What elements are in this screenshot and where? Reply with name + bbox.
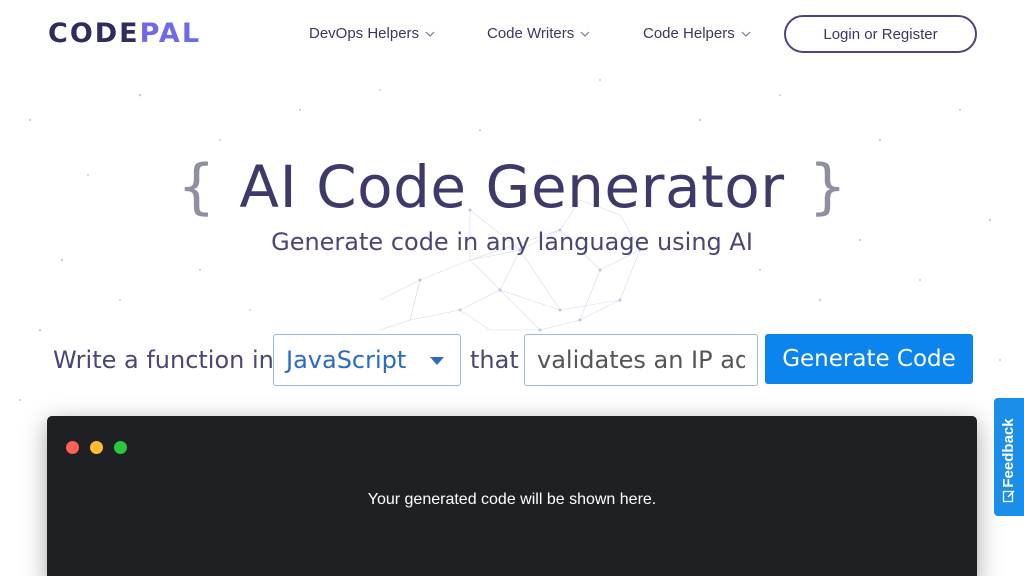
page-title: AI Code Generator [239,153,785,221]
feedback-label: Feedback [1000,418,1017,488]
open-brace: { [177,152,216,222]
nav-devops-helpers-label: DevOps Helpers [309,25,420,42]
chevron-down-icon [741,31,751,37]
login-register-button[interactable]: Login or Register [784,15,977,53]
window-minimize-dot [90,441,103,454]
chevron-down-icon [580,31,590,37]
nav-code-writers-label: Code Writers [487,25,575,42]
prompt-connector: that [470,346,519,374]
prompt-prefix: Write a function in [53,346,274,374]
prompt-row: Write a function in JavaScript that Gene… [0,334,1024,386]
nav-code-helpers[interactable]: Code Helpers [643,25,751,42]
logo-accent: PAL [139,18,202,49]
edit-icon [1002,490,1015,503]
window-close-dot [66,441,79,454]
language-select[interactable]: JavaScript [273,334,461,386]
caret-down-icon [430,357,444,365]
logo-primary: CODE [48,18,140,49]
task-input[interactable] [524,334,758,386]
codepal-logo[interactable]: CODEPAL [48,18,201,49]
output-panel: Your generated code will be shown here. [47,416,977,576]
window-maximize-dot [114,441,127,454]
generate-code-button[interactable]: Generate Code [765,334,973,384]
nav-devops-helpers[interactable]: DevOps Helpers [309,25,435,42]
nav-code-helpers-label: Code Helpers [643,25,735,42]
page-subtitle: Generate code in any language using AI [271,228,753,256]
close-brace: } [808,152,847,222]
nav-code-writers[interactable]: Code Writers [487,25,590,42]
language-select-value: JavaScript [286,346,407,374]
output-placeholder-message: Your generated code will be shown here. [367,491,657,508]
chevron-down-icon [425,31,435,37]
hero-title: { AI Code Generator } [0,145,1024,229]
feedback-tab[interactable]: Feedback [994,398,1024,516]
site-header: CODEPAL DevOps Helpers Code Writers Code… [0,0,1024,70]
